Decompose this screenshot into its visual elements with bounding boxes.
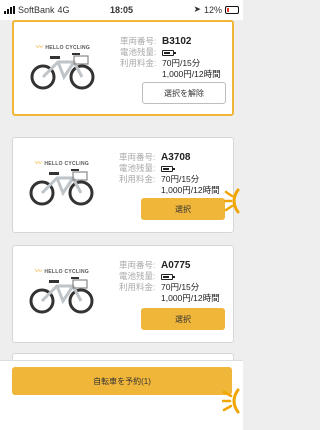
bike-info: 車両番号: B3102 電池残量: 利用料金: 70円/15分 1,000円/12時…: [120, 36, 221, 80]
status-right: ➤ 12%: [193, 4, 239, 15]
bottom-bar: 自転車を予約(1): [0, 360, 243, 430]
tap-indicator-icon: [224, 188, 240, 214]
fee-cap: 1,000円/12時間: [161, 185, 220, 195]
battery-label: 電池残量:: [119, 271, 156, 281]
select-button[interactable]: 選択: [141, 308, 225, 330]
battery-level-icon: [162, 49, 176, 56]
vehicle-no-label: 車両番号:: [119, 152, 156, 162]
battery-level-icon: [161, 273, 175, 280]
fee-cap: 1,000円/12時間: [162, 69, 221, 79]
fee-label: 利用料金:: [119, 174, 156, 184]
bike-card[interactable]: 〰 HELLO CYCLING 車両番号: A0775 電池残量: 利用料金: 70円…: [12, 245, 234, 343]
vehicle-no-label: 車両番号:: [119, 260, 156, 270]
battery-icon: [225, 5, 239, 14]
deselect-button[interactable]: 選択を解除: [142, 82, 226, 104]
vehicle-no-value: A0775: [161, 260, 191, 271]
tap-indicator-icon: [222, 388, 240, 414]
bike-info: 車両番号: A3708 電池残量: 利用料金: 70円/15分 1,000円/12時…: [119, 152, 220, 196]
reserve-bike-button[interactable]: 自転車を予約(1): [12, 367, 232, 395]
vehicle-no-value: B3102: [162, 36, 192, 47]
bike-card[interactable]: 〰 HELLO CYCLING 車両番号: B3102 電池残量: 利用料金: 70円…: [12, 20, 234, 116]
bicycle-image: [30, 53, 95, 90]
select-button[interactable]: 選択: [141, 198, 225, 220]
fee-cap: 1,000円/12時間: [161, 293, 220, 303]
vehicle-no-label: 車両番号:: [120, 36, 157, 46]
battery-label: 電池残量:: [119, 163, 156, 173]
fee-label: 利用料金:: [119, 282, 156, 292]
bike-list[interactable]: 〰 HELLO CYCLING 車両番号: B3102 電池残量: 利用料金: 70円…: [0, 20, 243, 360]
fee-rate: 70円/15分: [161, 174, 200, 184]
fee-label: 利用料金:: [120, 58, 157, 68]
bicycle-image: [29, 277, 94, 314]
battery-percent: 12%: [203, 4, 222, 15]
fee-rate: 70円/15分: [161, 282, 200, 292]
location-icon: ➤: [193, 4, 201, 14]
battery-label: 電池残量:: [120, 47, 157, 57]
fee-rate: 70円/15分: [162, 58, 201, 68]
bicycle-image: [29, 169, 94, 206]
bike-card[interactable]: 〰 HELLO CYCLING 車両番号: A3708 電池残量: 利用料金: 70円…: [12, 137, 234, 233]
bike-info: 車両番号: A0775 電池残量: 利用料金: 70円/15分 1,000円/12時…: [119, 260, 220, 304]
vehicle-no-value: A3708: [161, 152, 191, 163]
bike-card[interactable]: 〰HELLO CYCLING 車両番号:A3752: [12, 353, 234, 360]
status-bar: SoftBank 4G 18:05 ➤ 12%: [0, 0, 243, 20]
battery-level-icon: [161, 165, 175, 172]
